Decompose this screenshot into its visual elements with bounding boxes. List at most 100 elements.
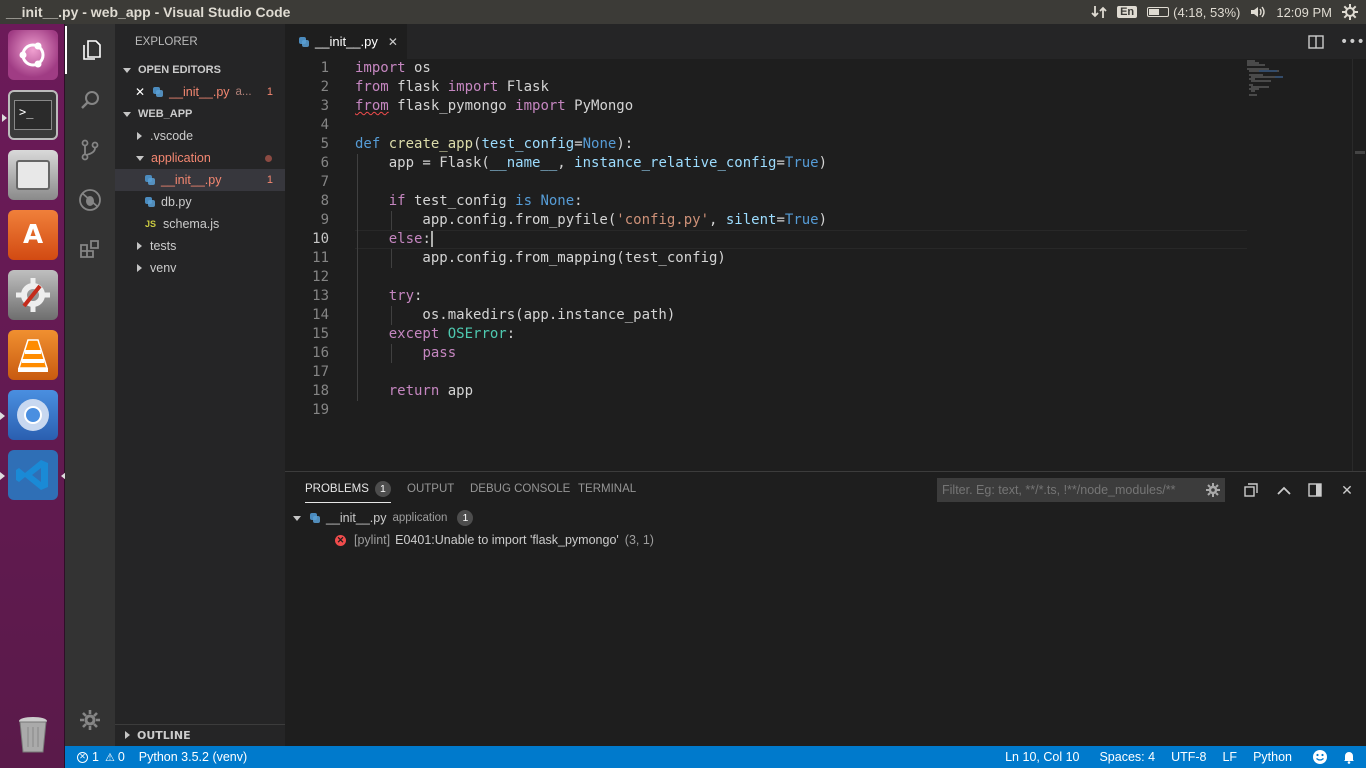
line-number: 19 bbox=[312, 402, 329, 418]
chevron-down-icon bbox=[123, 67, 131, 73]
vlc-app-icon[interactable] bbox=[8, 330, 58, 380]
problem-item[interactable]: ✕ [pylint] E0401:Unable to import 'flask… bbox=[335, 529, 654, 551]
tree-item-db-py[interactable]: db.py bbox=[115, 191, 285, 213]
close-icon[interactable]: ✕ bbox=[135, 85, 145, 99]
files-app-icon[interactable] bbox=[8, 150, 58, 200]
tree-item-label: __init__.py bbox=[161, 173, 222, 187]
tab-init-py[interactable]: __init__.py ✕ bbox=[285, 24, 407, 59]
error-status-icon: ✕ bbox=[77, 751, 88, 763]
problems-status[interactable]: ✕ 1 ⚠ 0 bbox=[65, 750, 132, 764]
battery-indicator[interactable]: (4:18, 53%) bbox=[1147, 5, 1240, 20]
problem-source: [pylint] bbox=[354, 533, 391, 547]
line-number: 10 bbox=[312, 231, 329, 247]
problem-location: (3, 1) bbox=[624, 533, 654, 547]
line-number: 13 bbox=[312, 288, 329, 304]
tab-problems[interactable]: PROBLEMS 1 bbox=[305, 472, 391, 507]
line-number: 9 bbox=[320, 212, 329, 228]
tree-item-schema-js[interactable]: JS schema.js bbox=[115, 213, 285, 235]
debug-icon[interactable] bbox=[65, 176, 115, 224]
open-editor-item[interactable]: ✕ __init__.py a... 1 bbox=[115, 81, 285, 103]
explorer-sidebar: EXPLORER OPEN EDITORS ✕ __init__.py a...… bbox=[115, 24, 285, 746]
close-panel-icon[interactable]: ✕ bbox=[1338, 481, 1356, 499]
chevron-right-icon bbox=[125, 731, 130, 739]
terminal-app-icon[interactable]: >_ bbox=[2, 90, 58, 140]
open-editors-section[interactable]: OPEN EDITORS bbox=[115, 59, 285, 81]
bottom-panel: PROBLEMS 1 OUTPUT DEBUG CONSOLE TERMINAL … bbox=[285, 471, 1366, 746]
python-file-icon bbox=[145, 175, 155, 185]
toggle-panel-position-icon[interactable] bbox=[1306, 481, 1324, 499]
error-icon: ✕ bbox=[335, 534, 346, 546]
cursor-position[interactable]: Ln 10, Col 10 bbox=[998, 750, 1086, 764]
maximize-panel-icon[interactable] bbox=[1275, 481, 1293, 499]
line-ending[interactable]: LF bbox=[1215, 750, 1244, 764]
sidebar-header: EXPLORER bbox=[135, 35, 198, 48]
feedback-smiley-icon[interactable] bbox=[1305, 749, 1335, 765]
warning-status-icon: ⚠ bbox=[104, 751, 115, 764]
editor-scrollbar[interactable] bbox=[1352, 59, 1366, 471]
tree-item-vscode[interactable]: .vscode bbox=[115, 125, 285, 147]
tab-output[interactable]: OUTPUT bbox=[407, 472, 454, 507]
tab-debug-console[interactable]: DEBUG CONSOLE bbox=[470, 472, 570, 507]
minimap[interactable] bbox=[1245, 59, 1355, 119]
open-editor-filename: __init__.py bbox=[169, 85, 230, 99]
system-settings-app-icon[interactable] bbox=[8, 270, 58, 320]
code-line: if test_config is None: bbox=[388, 193, 583, 209]
drawer-icon bbox=[16, 160, 50, 190]
code-line: def create_app(test_config=None): bbox=[355, 136, 634, 152]
volume-icon[interactable] bbox=[1250, 5, 1266, 19]
notifications-bell-icon[interactable] bbox=[1335, 750, 1366, 764]
tree-item-venv[interactable]: venv bbox=[115, 257, 285, 279]
indentation[interactable]: Spaces: 4 bbox=[1092, 750, 1162, 764]
workspace-section[interactable]: WEB_APP bbox=[115, 103, 285, 125]
outline-section[interactable]: OUTLINE bbox=[115, 724, 285, 746]
chevron-right-icon bbox=[137, 132, 142, 140]
tab-terminal[interactable]: TERMINAL bbox=[578, 472, 636, 507]
current-line-highlight bbox=[355, 230, 1247, 249]
python-file-icon bbox=[153, 87, 164, 97]
split-editor-icon[interactable] bbox=[1308, 24, 1324, 59]
encoding[interactable]: UTF-8 bbox=[1164, 750, 1213, 764]
close-tab-icon[interactable]: ✕ bbox=[388, 35, 398, 49]
tree-item-application[interactable]: application bbox=[115, 147, 285, 169]
keyboard-language-indicator[interactable]: En bbox=[1117, 6, 1138, 18]
tree-item-init-py[interactable]: __init__.py 1 bbox=[115, 169, 285, 191]
clock[interactable]: 12:09 PM bbox=[1276, 5, 1332, 20]
javascript-file-icon: JS bbox=[145, 219, 157, 229]
tree-item-tests[interactable]: tests bbox=[115, 235, 285, 257]
code-editor[interactable]: 1 2 3 4 5 6 7 8 9 10 11 12 13 14 15 16 1… bbox=[285, 59, 1366, 471]
problems-filter-input[interactable] bbox=[937, 478, 1225, 502]
network-icon[interactable] bbox=[1091, 5, 1107, 19]
line-number: 7 bbox=[320, 174, 329, 190]
line-number: 18 bbox=[312, 383, 329, 399]
more-actions-icon[interactable]: ••• bbox=[1340, 24, 1365, 59]
running-indicator bbox=[0, 412, 5, 420]
chevron-right-icon bbox=[137, 264, 142, 272]
code-line: from flask import Flask bbox=[355, 79, 549, 95]
warning-count: 0 bbox=[117, 750, 125, 764]
software-center-icon[interactable]: A bbox=[8, 210, 58, 260]
source-control-icon[interactable] bbox=[65, 126, 115, 174]
manage-gear-icon[interactable] bbox=[65, 696, 115, 744]
software-bag-icon: A bbox=[22, 220, 44, 250]
filter-settings-icon[interactable] bbox=[1204, 481, 1222, 499]
search-icon[interactable] bbox=[65, 76, 115, 124]
system-top-bar: __init__.py - web_app - Visual Studio Co… bbox=[0, 0, 1366, 24]
vscode-app-icon[interactable] bbox=[0, 450, 66, 500]
scrollbar-thumb[interactable] bbox=[1355, 151, 1365, 154]
line-number: 3 bbox=[320, 98, 329, 114]
extensions-icon[interactable] bbox=[65, 226, 115, 274]
trash-app-icon[interactable] bbox=[8, 710, 58, 760]
outline-label: OUTLINE bbox=[137, 728, 191, 742]
chromium-app-icon[interactable] bbox=[0, 390, 58, 440]
modified-dot-icon bbox=[265, 155, 272, 162]
code-line: try: bbox=[388, 288, 423, 304]
python-interpreter[interactable]: Python 3.5.2 (venv) bbox=[132, 750, 254, 764]
line-number: 12 bbox=[312, 269, 329, 285]
problem-file-row[interactable]: __init__.py application 1 bbox=[293, 507, 474, 529]
error-count: 1 bbox=[92, 750, 99, 764]
ubuntu-dash-icon[interactable] bbox=[8, 30, 58, 80]
collapse-all-icon[interactable] bbox=[1242, 481, 1260, 499]
language-mode[interactable]: Python bbox=[1246, 750, 1299, 764]
explorer-icon[interactable] bbox=[65, 26, 115, 74]
system-settings-icon[interactable] bbox=[1342, 4, 1358, 20]
